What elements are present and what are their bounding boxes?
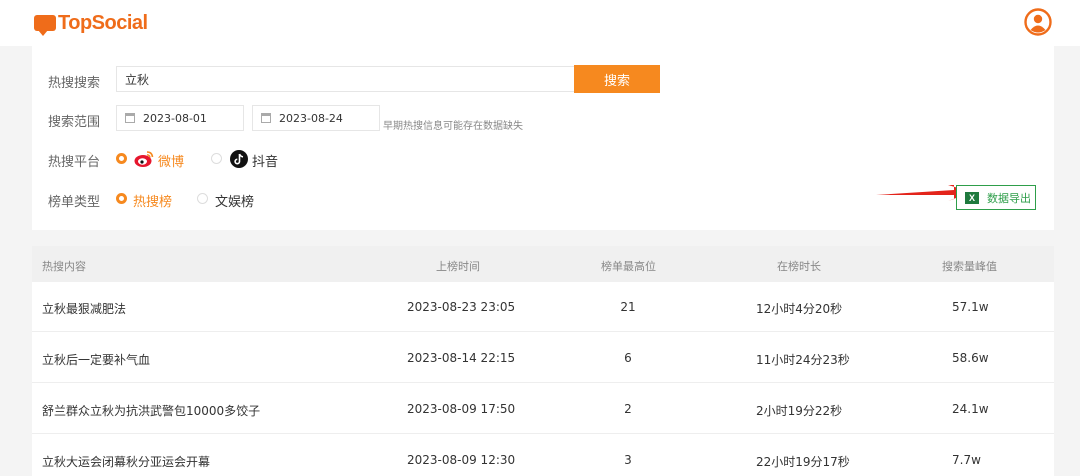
results-table: 热搜内容 上榜时间 榜单最高位 在榜时长 搜索量峰值 立秋最狠减肥法 2023-… [32,246,1054,476]
export-data-button[interactable]: X 数据导出 [956,185,1036,210]
column-header-duration[interactable]: 在榜时长 [777,258,821,274]
cell-duration: 12小时4分20秒 [756,302,843,316]
export-button-label: 数据导出 [987,191,1031,205]
cell-rank: 6 [624,351,632,365]
cell-time: 2023-08-14 22:15 [407,351,516,365]
radio-hot-list[interactable] [116,193,127,204]
user-avatar-icon[interactable] [1024,8,1052,36]
table-row[interactable]: 立秋大运会闭幕秋分亚运会开幕 2023-08-09 12:30 3 22小时19… [32,435,1054,476]
column-header-top-rank[interactable]: 榜单最高位 [601,258,656,274]
end-date-picker[interactable]: 2023-08-24 [252,105,380,131]
logo[interactable]: TopSocial [34,10,148,36]
calendar-icon [261,113,271,123]
type-entertainment-list-label[interactable]: 文娱榜 [215,191,254,210]
cell-duration: 2小时19分22秒 [756,404,843,418]
cell-time: 2023-08-23 23:05 [407,300,516,314]
platform-weibo-label[interactable]: 微博 [158,151,184,170]
platform-douyin-label[interactable]: 抖音 [252,151,278,170]
top-header: TopSocial [0,0,1080,46]
table-row[interactable]: 舒兰群众立秋为抗洪武警包10000多饺子 2023-08-09 17:50 2 … [32,384,1054,434]
logo-speech-icon [34,15,56,36]
radio-douyin[interactable] [211,153,222,164]
radio-weibo[interactable] [116,153,127,164]
start-date-value: 2023-08-01 [143,111,207,125]
table-header: 热搜内容 上榜时间 榜单最高位 在榜时长 搜索量峰值 [32,246,1054,282]
cell-peak: 57.1w [952,300,989,314]
search-label: 热搜搜索 [48,76,101,91]
cell-duration: 11小时24分23秒 [756,353,850,367]
type-hot-list-label[interactable]: 热搜榜 [133,191,172,210]
weibo-icon [134,151,154,167]
douyin-icon [230,150,248,168]
search-input[interactable] [116,66,576,92]
column-header-content[interactable]: 热搜内容 [42,258,86,274]
range-label: 搜索范围 [48,115,101,130]
excel-icon: X [965,191,979,204]
cell-content[interactable]: 立秋大运会闭幕秋分亚运会开幕 [42,453,210,470]
search-button[interactable]: 搜索 [574,65,660,93]
cell-rank: 2 [624,402,632,416]
cell-rank: 3 [624,453,632,467]
cell-peak: 24.1w [952,402,989,416]
end-date-value: 2023-08-24 [279,111,343,125]
column-header-peak[interactable]: 搜索量峰值 [942,258,997,274]
cell-duration: 22小时19分17秒 [756,455,850,469]
start-date-picker[interactable]: 2023-08-01 [116,105,244,131]
table-row[interactable]: 立秋最狠减肥法 2023-08-23 23:05 21 12小时4分20秒 57… [32,282,1054,332]
cell-content[interactable]: 立秋后一定要补气血 [42,351,150,368]
cell-time: 2023-08-09 17:50 [407,402,516,416]
cell-time: 2023-08-09 12:30 [407,453,516,467]
cell-content[interactable]: 立秋最狠减肥法 [42,300,126,317]
cell-rank: 21 [620,300,636,314]
column-header-time[interactable]: 上榜时间 [436,258,480,274]
logo-text: TopSocial [58,11,148,34]
platform-label: 热搜平台 [48,155,101,170]
type-label: 榜单类型 [48,195,101,210]
date-range-hint: 早期热搜信息可能存在数据缺失 [383,121,523,132]
cell-peak: 7.7w [952,453,981,467]
calendar-icon [125,113,135,123]
cell-peak: 58.6w [952,351,989,365]
filter-panel: 热搜搜索 搜索 搜索范围 2023-08-01 2023-08-24 早期热搜信… [32,46,1054,230]
table-row[interactable]: 立秋后一定要补气血 2023-08-14 22:15 6 11小时24分23秒 … [32,333,1054,383]
cell-content[interactable]: 舒兰群众立秋为抗洪武警包10000多饺子 [42,402,260,419]
radio-entertainment-list[interactable] [197,193,208,204]
